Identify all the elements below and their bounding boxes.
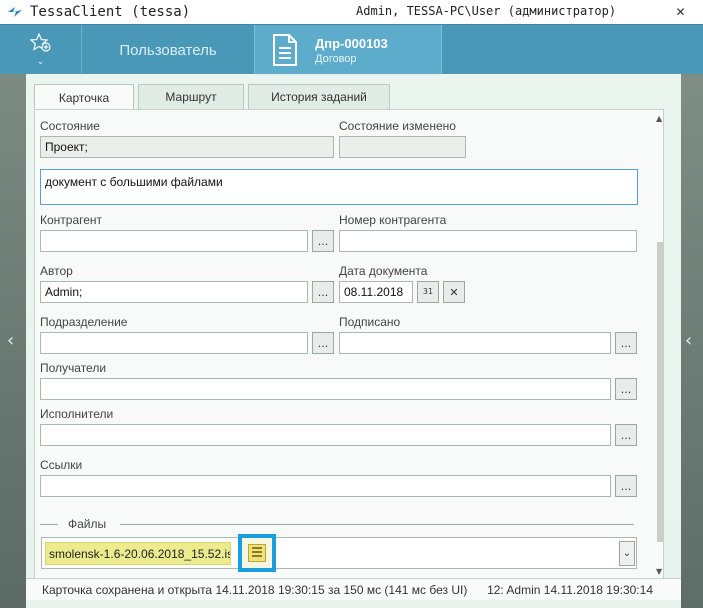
executors-label: Исполнители bbox=[40, 407, 114, 421]
links-picker-button[interactable]: ... bbox=[615, 475, 637, 497]
scroll-thumb[interactable] bbox=[657, 242, 664, 542]
file-document-icon bbox=[248, 544, 266, 562]
card-panel: Карточка Маршрут История заданий Состоян… bbox=[26, 74, 681, 608]
star-add-icon bbox=[28, 32, 52, 56]
doc-date-input[interactable]: 08.11.2018 bbox=[339, 281, 413, 303]
tab-task-history[interactable]: История заданий bbox=[248, 84, 390, 109]
file-actions-button[interactable] bbox=[238, 534, 276, 572]
files-list[interactable]: smolensk-1.6-20.06.2018_15.52.iso ⌄ bbox=[41, 534, 637, 572]
title-bar: TessaClient (tessa) Admin, TESSA-PC\User… bbox=[0, 0, 703, 24]
author-label: Автор bbox=[40, 264, 73, 278]
chevron-left-icon: ‹ bbox=[7, 330, 15, 351]
contractor-number-input[interactable] bbox=[339, 230, 637, 252]
document-number: Дпр-000103 bbox=[315, 35, 388, 51]
state-changed-field bbox=[339, 136, 466, 158]
scroll-up-icon[interactable]: ▲ bbox=[656, 114, 662, 123]
contractor-picker-button[interactable]: ... bbox=[312, 230, 334, 252]
author-input[interactable]: Admin; bbox=[40, 281, 308, 303]
status-user-time: 12: Admin 14.11.2018 19:30:14 bbox=[487, 583, 653, 597]
signed-input[interactable] bbox=[339, 332, 611, 354]
executors-picker-button[interactable]: ... bbox=[615, 424, 637, 446]
window-title: TessaClient (tessa) bbox=[30, 4, 191, 20]
file-item[interactable]: smolensk-1.6-20.06.2018_15.52.iso bbox=[45, 542, 231, 565]
state-field: Проект; bbox=[40, 136, 334, 158]
close-window-button[interactable]: ✕ bbox=[658, 0, 703, 24]
tab-route[interactable]: Маршрут bbox=[138, 84, 244, 109]
doc-date-label: Дата документа bbox=[339, 264, 428, 278]
app-logo-icon bbox=[0, 6, 30, 18]
contractor-label: Контрагент bbox=[40, 213, 103, 227]
document-icon bbox=[255, 34, 315, 66]
files-label: Файлы bbox=[68, 517, 107, 531]
prev-card-button[interactable]: ‹ bbox=[0, 74, 26, 608]
department-picker-button[interactable]: ... bbox=[312, 332, 334, 354]
status-bar: Карточка сохранена и открыта 14.11.2018 … bbox=[26, 578, 681, 600]
department-label: Подразделение bbox=[40, 315, 128, 329]
author-picker-button[interactable]: ... bbox=[312, 281, 334, 303]
executors-input[interactable] bbox=[40, 424, 611, 446]
contractor-number-label: Номер контрагента bbox=[339, 213, 447, 227]
current-user: Admin, TESSA-PC\User (администратор) bbox=[356, 4, 617, 18]
chevron-left-icon: ‹ bbox=[685, 330, 693, 351]
tab-card[interactable]: Карточка bbox=[34, 84, 134, 110]
tab-document[interactable]: Дпр-000103 Договор bbox=[254, 25, 442, 75]
tab-user[interactable]: Пользователь bbox=[82, 25, 254, 75]
tab-header: ⌄ Пользователь Дпр-000103 Договор bbox=[0, 24, 703, 75]
signed-label: Подписано bbox=[339, 315, 401, 329]
subject-input[interactable]: документ с большими файлами bbox=[40, 169, 638, 205]
links-input[interactable] bbox=[40, 475, 611, 497]
state-changed-label: Состояние изменено bbox=[339, 119, 456, 133]
document-type: Договор bbox=[315, 52, 357, 65]
scroll-down-icon[interactable]: ▼ bbox=[656, 567, 662, 576]
department-input[interactable] bbox=[40, 332, 308, 354]
form-scrollbar[interactable]: ▲ ▼ bbox=[654, 112, 666, 578]
next-card-button[interactable]: ‹ bbox=[681, 74, 703, 608]
chevron-down-icon: ⌄ bbox=[36, 57, 45, 67]
calendar-icon[interactable]: 31 bbox=[417, 281, 439, 303]
card-form: Состояние Проект; Состояние изменено док… bbox=[34, 109, 664, 579]
status-message: Карточка сохранена и открыта 14.11.2018 … bbox=[42, 583, 468, 597]
files-dropdown-button[interactable]: ⌄ bbox=[619, 541, 635, 566]
clear-date-button[interactable]: ✕ bbox=[443, 281, 465, 303]
links-label: Ссылки bbox=[40, 458, 83, 472]
recipients-picker-button[interactable]: ... bbox=[615, 378, 637, 400]
state-label: Состояние bbox=[40, 119, 100, 133]
favorites-button[interactable]: ⌄ bbox=[0, 25, 82, 75]
recipients-input[interactable] bbox=[40, 378, 611, 400]
recipients-label: Получатели bbox=[40, 361, 107, 375]
signed-picker-button[interactable]: ... bbox=[615, 332, 637, 354]
contractor-input[interactable] bbox=[40, 230, 308, 252]
